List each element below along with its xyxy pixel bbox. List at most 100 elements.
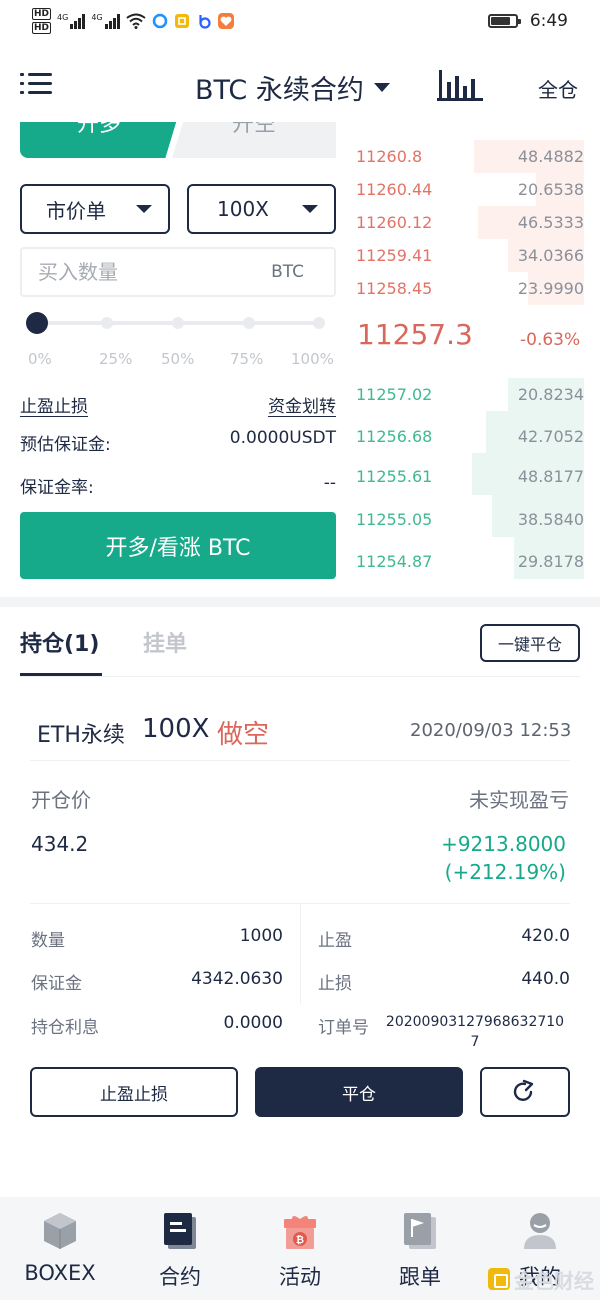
battery-icon bbox=[487, 14, 521, 28]
app-notification-icon-4 bbox=[217, 13, 234, 29]
bid-row[interactable]: 11256.68 42.7052 bbox=[346, 411, 584, 453]
margin-rate-value: -- bbox=[323, 473, 336, 493]
margin-label: 保证金 bbox=[31, 974, 82, 994]
quantity-input[interactable] bbox=[38, 260, 272, 284]
nav-contract[interactable]: 合约 bbox=[120, 1197, 240, 1300]
share-button[interactable] bbox=[480, 1067, 570, 1117]
close-all-button[interactable]: 一键平仓 bbox=[480, 624, 580, 662]
ask-row[interactable]: 11260.44 20.6538 bbox=[346, 173, 584, 206]
nav-boxex[interactable]: BOXEX bbox=[0, 1197, 120, 1300]
quantity-value: 1000 bbox=[239, 926, 283, 946]
nav-label: 活动 bbox=[279, 1265, 321, 1289]
ask-row[interactable]: 11258.45 23.9990 bbox=[346, 272, 584, 305]
app-notification-icon-3 bbox=[199, 15, 211, 29]
take-profit-label: 止盈 bbox=[318, 931, 352, 951]
transfer-link[interactable]: 资金划转 bbox=[268, 392, 336, 417]
slider-stop[interactable] bbox=[101, 317, 113, 329]
open-long-button[interactable]: 开多/看涨 BTC bbox=[20, 512, 336, 579]
interest-value: 0.0000 bbox=[223, 1013, 283, 1033]
bid-row[interactable]: 11255.05 38.5840 bbox=[346, 495, 584, 537]
slider-stop[interactable] bbox=[172, 317, 184, 329]
tp-sl-button[interactable]: 止盈止损 bbox=[30, 1067, 238, 1117]
tab-open-long[interactable]: 开多 bbox=[20, 122, 178, 158]
tab-open-orders[interactable]: 挂单 bbox=[143, 626, 187, 658]
slider-mark: 100% bbox=[291, 350, 334, 368]
ask-price: 11258.45 bbox=[356, 279, 433, 298]
section-divider bbox=[0, 597, 600, 607]
copy-trade-icon bbox=[404, 1213, 436, 1249]
ask-row[interactable]: 11260.12 46.5333 bbox=[346, 206, 584, 239]
ask-row[interactable]: 11259.41 34.0366 bbox=[346, 239, 584, 272]
bid-row[interactable]: 11257.02 20.8234 bbox=[346, 378, 584, 411]
tab-positions[interactable]: 持仓(1) bbox=[20, 626, 99, 658]
slider-mark: 25% bbox=[99, 350, 133, 368]
caret-down-icon bbox=[136, 205, 152, 213]
ask-amount: 23.9990 bbox=[517, 279, 584, 298]
bid-row[interactable]: 11254.87 29.8178 bbox=[346, 537, 584, 579]
caret-down-icon bbox=[373, 83, 390, 92]
entry-price-label: 开仓价 bbox=[31, 788, 91, 812]
position-time: 2020/09/03 12:53 bbox=[410, 720, 572, 741]
leverage-select[interactable]: 100X bbox=[187, 184, 336, 234]
order-no-label: 订单号 bbox=[318, 1018, 369, 1038]
order-no-value: 20200903127968632710 7 bbox=[385, 1014, 565, 1050]
bid-amount: 48.8177 bbox=[517, 467, 584, 486]
contract-icon bbox=[164, 1213, 196, 1249]
header: BTC 永续合约 全仓 bbox=[0, 50, 600, 122]
order-type-select[interactable]: 市价单 bbox=[20, 184, 170, 234]
last-price: 11257.3 bbox=[357, 318, 473, 351]
nav-label: 合约 bbox=[159, 1265, 201, 1289]
hd-icon: HD HD bbox=[32, 8, 52, 34]
status-time: 6:49 bbox=[529, 11, 568, 31]
nav-label: 跟单 bbox=[399, 1265, 441, 1289]
ask-amount: 46.5333 bbox=[517, 213, 584, 232]
status-bar: HD HD 4G 4G 6:49 bbox=[0, 0, 600, 42]
quantity-field: BTC bbox=[20, 247, 336, 297]
bid-row[interactable]: 11255.61 48.8177 bbox=[346, 453, 584, 495]
est-margin-label: 预估保证金: bbox=[20, 435, 111, 455]
app-notification-icon bbox=[152, 13, 167, 29]
ask-amount: 20.6538 bbox=[517, 180, 584, 199]
entry-price-value: 434.2 bbox=[31, 832, 89, 856]
slider-stop[interactable] bbox=[243, 317, 255, 329]
bid-price: 11256.68 bbox=[356, 427, 433, 446]
quantity-slider[interactable] bbox=[26, 312, 325, 336]
close-position-button[interactable]: 平仓 bbox=[255, 1067, 463, 1117]
take-profit-value: 420.0 bbox=[521, 926, 570, 946]
order-type-value: 市价单 bbox=[46, 198, 106, 223]
kline-chart-icon[interactable] bbox=[436, 68, 484, 102]
stop-loss-value: 440.0 bbox=[521, 969, 570, 989]
app-notification-icon-2 bbox=[174, 14, 189, 28]
ask-price: 11260.8 bbox=[356, 147, 423, 166]
nav-activity[interactable]: ₿ 活动 bbox=[240, 1197, 360, 1300]
slider-mark: 0% bbox=[28, 350, 52, 368]
bid-amount: 20.8234 bbox=[517, 385, 584, 404]
margin-value: 4342.0630 bbox=[191, 969, 283, 989]
ask-price: 11259.41 bbox=[356, 246, 433, 265]
unrealized-pnl-value: +9213.8000 bbox=[441, 832, 566, 856]
ask-price: 11260.12 bbox=[356, 213, 433, 232]
tp-sl-link[interactable]: 止盈止损 bbox=[20, 392, 88, 417]
ask-row[interactable]: 11260.8 48.4882 bbox=[346, 140, 584, 173]
position-side: 做空 bbox=[217, 720, 270, 750]
margin-mode-toggle[interactable]: 全仓 bbox=[538, 74, 578, 103]
nav-label: BOXEX bbox=[24, 1261, 96, 1285]
bid-amount: 38.5840 bbox=[517, 510, 584, 529]
menu-icon[interactable] bbox=[20, 70, 52, 98]
ask-amount: 48.4882 bbox=[517, 147, 584, 166]
slider-thumb[interactable] bbox=[26, 312, 48, 334]
watermark-text: 金色财经 bbox=[514, 1268, 594, 1293]
nav-copy-trade[interactable]: 跟单 bbox=[360, 1197, 480, 1300]
quantity-label: 数量 bbox=[31, 931, 65, 951]
price-change: -0.63% bbox=[520, 330, 581, 350]
trade-side-tabs: 开多 开空 bbox=[20, 122, 336, 160]
unrealized-pnl-percent: (+212.19%) bbox=[444, 860, 566, 884]
slider-mark: 50% bbox=[161, 350, 195, 368]
slider-stop[interactable] bbox=[313, 317, 325, 329]
est-margin-value: 0.0000USDT bbox=[229, 428, 336, 448]
contract-selector[interactable]: BTC 永续合约 bbox=[195, 68, 390, 107]
caret-down-icon bbox=[302, 205, 318, 213]
tab-open-short[interactable]: 开空 bbox=[172, 122, 336, 158]
gift-icon: ₿ bbox=[284, 1216, 316, 1249]
position-leverage: 100X bbox=[142, 714, 210, 744]
